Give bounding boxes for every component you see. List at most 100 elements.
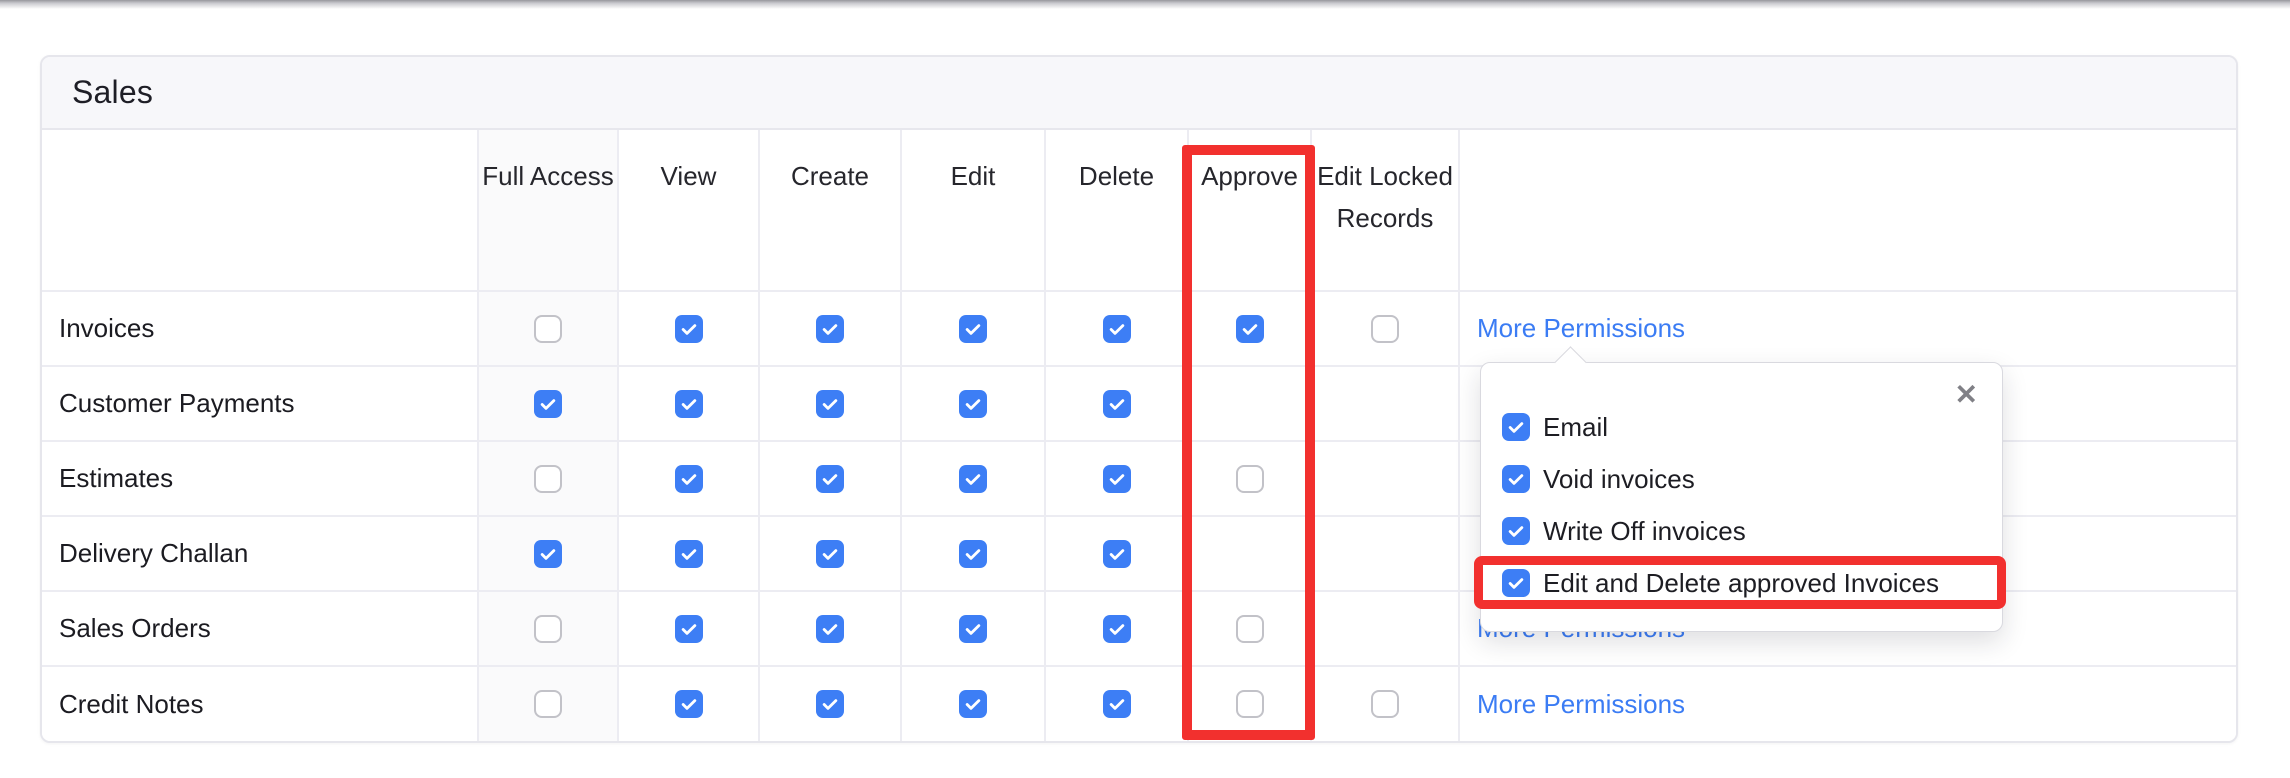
create-checkbox[interactable] [816,540,844,568]
view-checkbox[interactable] [675,315,703,343]
full_access-cell [479,442,619,517]
full_access-checkbox[interactable] [534,690,562,718]
view-checkbox[interactable] [675,690,703,718]
locked-checkbox[interactable] [1371,690,1399,718]
full_access-checkbox[interactable] [534,315,562,343]
approve-cell [1189,667,1312,741]
more-permissions-popover: ✕ EmailVoid invoicesWrite Off invoicesEd… [1480,362,2003,632]
locked-cell [1312,292,1460,367]
approve-cell [1189,517,1312,592]
approve-cell [1189,592,1312,667]
full_access-cell [479,292,619,367]
full_access-cell [479,667,619,741]
delete-cell [1046,367,1189,442]
create-cell [760,367,902,442]
create-checkbox[interactable] [816,690,844,718]
view-cell [619,592,760,667]
view-cell [619,442,760,517]
create-checkbox[interactable] [816,315,844,343]
edit-checkbox[interactable] [959,390,987,418]
edit-checkbox[interactable] [959,615,987,643]
top-toolbar-shadow [0,0,2290,9]
view-cell [619,517,760,592]
view-checkbox[interactable] [675,390,703,418]
edit-checkbox[interactable] [959,315,987,343]
approve-checkbox[interactable] [1236,615,1264,643]
create-checkbox[interactable] [816,390,844,418]
delete-checkbox[interactable] [1103,465,1131,493]
edit-cell [902,517,1046,592]
locked-cell [1312,592,1460,667]
edit-checkbox[interactable] [959,465,987,493]
approve-checkbox[interactable] [1236,315,1264,343]
locked-cell [1312,517,1460,592]
column-header-full_access: Full Access [479,130,619,292]
approve-checkbox[interactable] [1236,690,1264,718]
popover-item: Edit and Delete approved Invoices [1481,557,2002,609]
delete-checkbox[interactable] [1103,690,1131,718]
row-label: Invoices [42,292,479,367]
locked-checkbox[interactable] [1371,315,1399,343]
delete-cell [1046,667,1189,741]
edit-cell [902,667,1046,741]
delete-checkbox[interactable] [1103,615,1131,643]
create-cell [760,517,902,592]
full_access-cell [479,517,619,592]
edit-cell [902,367,1046,442]
delete-checkbox[interactable] [1103,540,1131,568]
edit-cell [902,592,1046,667]
popover-item: Write Off invoices [1481,505,2002,557]
delete-cell [1046,292,1189,367]
section-header: Sales [42,57,2236,130]
column-header-locked: Edit Locked Records [1312,130,1460,292]
column-header-create: Create [760,130,902,292]
full_access-checkbox[interactable] [534,390,562,418]
row-label: Sales Orders [42,592,479,667]
full_access-checkbox[interactable] [534,540,562,568]
delete-checkbox[interactable] [1103,390,1131,418]
popover-item-checkbox[interactable] [1502,569,1530,597]
create-checkbox[interactable] [816,615,844,643]
permissions-screen: Sales Full AccessViewCreateEditDeleteApp… [0,0,2290,778]
full_access-cell [479,367,619,442]
column-header-edit: Edit [902,130,1046,292]
row-label: Credit Notes [42,667,479,741]
popover-item-checkbox[interactable] [1502,517,1530,545]
delete-checkbox[interactable] [1103,315,1131,343]
edit-cell [902,292,1046,367]
row-label: Delivery Challan [42,517,479,592]
create-checkbox[interactable] [816,465,844,493]
view-checkbox[interactable] [675,540,703,568]
view-cell [619,667,760,741]
more-permissions-cell: More Permissions [1460,667,2236,741]
popover-item-checkbox[interactable] [1502,465,1530,493]
popover-item-checkbox[interactable] [1502,413,1530,441]
full_access-checkbox[interactable] [534,615,562,643]
approve-checkbox[interactable] [1236,465,1264,493]
view-checkbox[interactable] [675,615,703,643]
popover-item: Email [1481,401,2002,453]
more-permissions-link[interactable]: More Permissions [1477,313,1685,344]
column-header-more [1460,130,2236,292]
delete-cell [1046,592,1189,667]
column-header-view: View [619,130,760,292]
column-header-delete: Delete [1046,130,1189,292]
create-cell [760,667,902,741]
popover-item-list: EmailVoid invoicesWrite Off invoicesEdit… [1481,401,2002,609]
full_access-checkbox[interactable] [534,465,562,493]
view-checkbox[interactable] [675,465,703,493]
delete-cell [1046,442,1189,517]
view-cell [619,292,760,367]
row-label: Customer Payments [42,367,479,442]
edit-checkbox[interactable] [959,690,987,718]
full_access-cell [479,592,619,667]
edit-checkbox[interactable] [959,540,987,568]
delete-cell [1046,517,1189,592]
create-cell [760,292,902,367]
locked-cell [1312,442,1460,517]
more-permissions-link[interactable]: More Permissions [1477,689,1685,720]
locked-cell [1312,667,1460,741]
column-header-label [42,130,479,292]
column-header-approve: Approve [1189,130,1312,292]
popover-item-label: Email [1543,412,1608,443]
